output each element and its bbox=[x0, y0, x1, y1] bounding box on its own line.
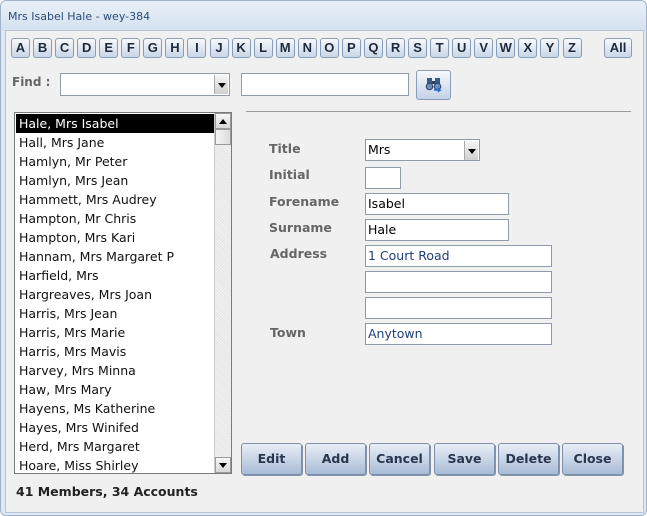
find-text-input[interactable] bbox=[241, 73, 409, 96]
title-dropdown[interactable]: Mrs bbox=[365, 139, 480, 161]
letter-button-m[interactable]: M bbox=[275, 38, 295, 58]
list-item[interactable]: Hamlyn, Mr Peter bbox=[16, 152, 214, 171]
list-item[interactable]: Harris, Mrs Mavis bbox=[16, 342, 214, 361]
letter-button-q[interactable]: Q bbox=[363, 38, 383, 58]
letter-button-o[interactable]: O bbox=[319, 38, 339, 58]
letter-button-p[interactable]: P bbox=[341, 38, 361, 58]
letter-button-k[interactable]: K bbox=[231, 38, 251, 58]
letter-button-y[interactable]: Y bbox=[540, 38, 560, 58]
list-item[interactable]: Hargreaves, Mrs Joan bbox=[16, 285, 214, 304]
cancel-button[interactable]: Cancel bbox=[369, 443, 430, 475]
members-summary: 41 Members, 34 Accounts bbox=[16, 484, 198, 499]
title-value: Mrs bbox=[368, 142, 391, 157]
initial-field[interactable] bbox=[365, 167, 401, 189]
find-field-dropdown[interactable] bbox=[60, 73, 230, 96]
letter-button-e[interactable]: E bbox=[99, 38, 119, 58]
letter-button-u[interactable]: U bbox=[452, 38, 472, 58]
forename-field[interactable]: Isabel bbox=[365, 193, 509, 215]
list-scrollbar[interactable] bbox=[214, 113, 231, 473]
initial-label: Initial bbox=[269, 167, 310, 182]
address-line-2-field[interactable] bbox=[365, 271, 552, 293]
address-line-3-field[interactable] bbox=[365, 297, 552, 319]
forename-label: Forename bbox=[269, 194, 340, 209]
list-item[interactable]: Haw, Mrs Mary bbox=[16, 380, 214, 399]
letter-button-s[interactable]: S bbox=[408, 38, 428, 58]
add-button[interactable]: Add bbox=[305, 443, 366, 475]
letter-button-z[interactable]: Z bbox=[562, 38, 582, 58]
save-button[interactable]: Save bbox=[434, 443, 495, 475]
list-item[interactable]: Harris, Mrs Marie bbox=[16, 323, 214, 342]
surname-label: Surname bbox=[269, 220, 332, 235]
list-item[interactable]: Hannam, Mrs Margaret P bbox=[16, 247, 214, 266]
list-item[interactable]: Hamlyn, Mrs Jean bbox=[16, 171, 214, 190]
members-list[interactable]: Hale, Mrs Isabel Hall, Mrs Jane Hamlyn, Mr… bbox=[14, 112, 232, 474]
member-window: Mrs Isabel Hale - wey-384 ABCDEFGHIJKLMN… bbox=[0, 0, 647, 516]
letter-button-n[interactable]: N bbox=[297, 38, 317, 58]
letter-button-all[interactable]: All bbox=[604, 38, 632, 58]
title-bar: Mrs Isabel Hale - wey-384 bbox=[1, 1, 646, 31]
list-item[interactable]: Hayens, Ms Katherine bbox=[16, 399, 214, 418]
close-button[interactable]: Close bbox=[562, 443, 623, 475]
letter-button-g[interactable]: G bbox=[143, 38, 163, 58]
list-item[interactable]: Hale, Mrs Isabel bbox=[16, 114, 214, 133]
letter-button-a[interactable]: A bbox=[11, 38, 30, 58]
letter-button-v[interactable]: V bbox=[474, 38, 494, 58]
letter-button-l[interactable]: L bbox=[253, 38, 273, 58]
address-label: Address bbox=[270, 246, 328, 261]
address-line-1-field[interactable]: 1 Court Road bbox=[365, 245, 552, 267]
letter-button-h[interactable]: H bbox=[165, 38, 185, 58]
chevron-down-icon[interactable] bbox=[464, 141, 478, 160]
list-item[interactable]: Hampton, Mr Chris bbox=[16, 209, 214, 228]
letter-button-f[interactable]: F bbox=[121, 38, 141, 58]
window-title: Mrs Isabel Hale - wey-384 bbox=[8, 10, 151, 23]
letter-button-r[interactable]: R bbox=[386, 38, 406, 58]
letter-button-x[interactable]: X bbox=[518, 38, 538, 58]
list-item[interactable]: Harvey, Mrs Minna bbox=[16, 361, 214, 380]
letter-button-d[interactable]: D bbox=[77, 38, 97, 58]
find-button[interactable] bbox=[416, 70, 451, 100]
list-item[interactable]: Hoare, Miss Shirley bbox=[16, 456, 214, 473]
chevron-down-icon[interactable] bbox=[214, 75, 228, 94]
edit-button[interactable]: Edit bbox=[241, 443, 302, 475]
form-body: A B C D E F G H I J K L M N O P Q R S T U V W X Y Z All Find : Hal… bbox=[5, 30, 644, 513]
binoculars-icon bbox=[425, 78, 442, 93]
list-item[interactable]: Harfield, Mrs bbox=[16, 266, 214, 285]
delete-button[interactable]: Delete bbox=[498, 443, 559, 475]
town-label: Town bbox=[270, 325, 306, 340]
letter-button-w[interactable]: W bbox=[496, 38, 516, 58]
letter-button-i[interactable]: I bbox=[187, 38, 207, 58]
letter-button-b[interactable]: B bbox=[33, 38, 53, 58]
list-item[interactable]: Harris, Mrs Jean bbox=[16, 304, 214, 323]
scroll-thumb[interactable] bbox=[215, 129, 231, 145]
letter-button-j[interactable]: J bbox=[209, 38, 229, 58]
list-item[interactable]: Herd, Mrs Margaret bbox=[16, 437, 214, 456]
scroll-down-arrow-icon[interactable] bbox=[215, 457, 231, 473]
letter-button-t[interactable]: T bbox=[430, 38, 450, 58]
list-item[interactable]: Hall, Mrs Jane bbox=[16, 133, 214, 152]
scroll-up-arrow-icon[interactable] bbox=[215, 113, 231, 129]
list-item[interactable]: Hayes, Mrs Winifed bbox=[16, 418, 214, 437]
list-item[interactable]: Hammett, Mrs Audrey bbox=[16, 190, 214, 209]
divider bbox=[246, 111, 631, 112]
surname-field[interactable]: Hale bbox=[365, 219, 509, 241]
town-field[interactable]: Anytown bbox=[365, 323, 552, 345]
title-label: Title bbox=[269, 141, 301, 156]
list-item[interactable]: Hampton, Mrs Kari bbox=[16, 228, 214, 247]
find-label: Find : bbox=[12, 75, 51, 89]
letter-button-c[interactable]: C bbox=[55, 38, 75, 58]
